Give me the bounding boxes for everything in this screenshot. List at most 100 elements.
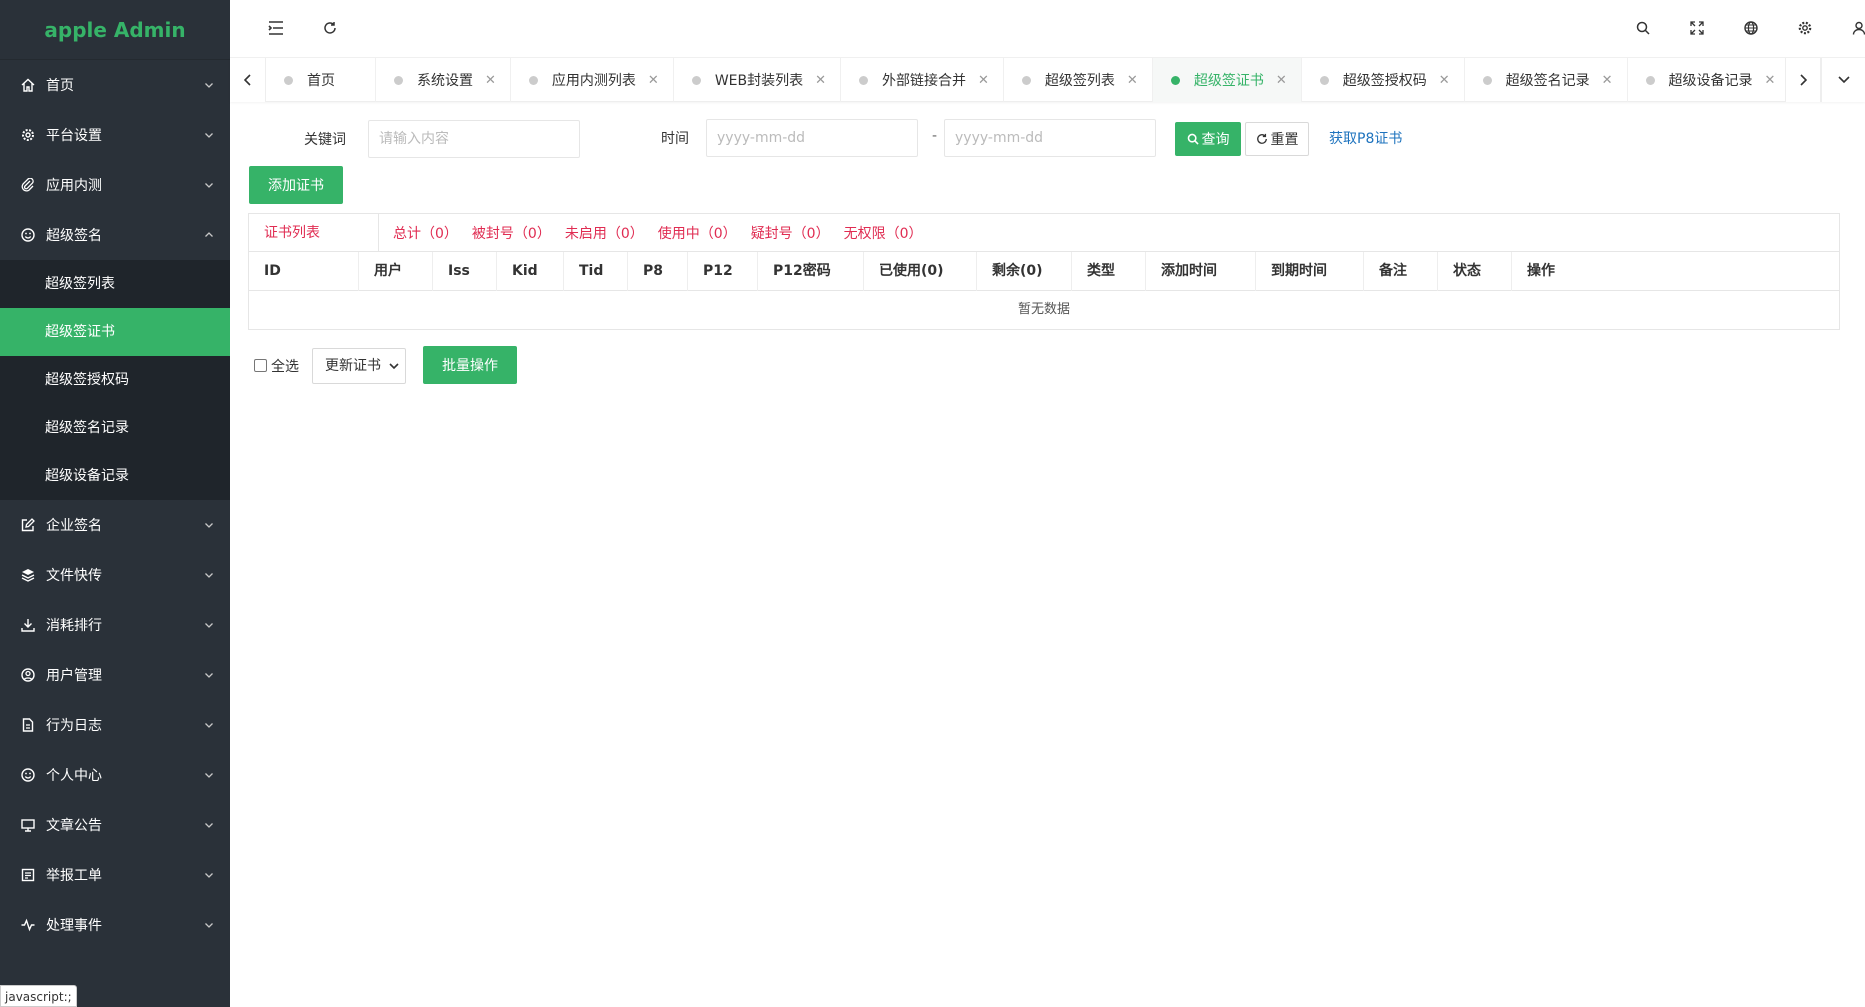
sidebar-item-label: 消耗排行 (46, 618, 102, 634)
tab-1[interactable]: 系统设置 ✕ (376, 58, 511, 102)
table-empty-message: 暂无数据 (1017, 302, 1070, 317)
close-icon[interactable]: ✕ (1439, 73, 1450, 88)
add-certificate-button[interactable]: 添加证书 (249, 166, 343, 204)
tab-8[interactable]: 超级签名记录 ✕ (1465, 58, 1628, 102)
paperclip-icon (20, 177, 36, 193)
tab-5[interactable]: 超级签列表 ✕ (1004, 58, 1153, 102)
close-icon[interactable]: ✕ (485, 73, 496, 88)
sidebar-item-11[interactable]: 举报工单 (0, 850, 230, 900)
close-icon[interactable]: ✕ (1127, 73, 1138, 88)
column-header-1: 用户 (359, 252, 433, 291)
close-icon[interactable]: ✕ (1765, 73, 1776, 88)
stat-filter-4[interactable]: 疑封号（0） (751, 223, 830, 243)
tab-dropdown-icon[interactable] (1821, 58, 1865, 102)
stat-filter-5[interactable]: 无权限（0） (844, 223, 923, 243)
sidebar-item-8[interactable]: 行为日志 (0, 700, 230, 750)
tab-label: 超级签授权码 (1342, 73, 1427, 89)
face-icon (20, 767, 36, 783)
home-icon (20, 77, 36, 93)
sidebar-item-4[interactable]: 企业签名 (0, 500, 230, 550)
keyword-label: 关键词 (304, 132, 346, 148)
tab-label: 外部链接合并 (882, 73, 967, 89)
fullscreen-icon[interactable] (1687, 18, 1707, 38)
column-header-2: Iss (433, 252, 497, 291)
stat-filter-3[interactable]: 使用中（0） (658, 223, 737, 243)
column-header-8: 已使用(0) (864, 252, 977, 291)
pulse-icon (20, 917, 36, 933)
chevron-down-icon (204, 568, 218, 582)
refresh-icon[interactable] (320, 18, 340, 38)
get-p8-cert-link[interactable]: 获取P8证书 (1329, 128, 1402, 148)
sidebar-item-5[interactable]: 文件快传 (0, 550, 230, 600)
tab-9[interactable]: 超级设备记录 ✕ (1628, 58, 1785, 102)
close-icon[interactable]: ✕ (1276, 73, 1287, 88)
sidebar-item-12[interactable]: 处理事件 (0, 900, 230, 950)
column-header-11: 添加时间 (1146, 252, 1256, 291)
keyword-input[interactable] (368, 120, 580, 158)
tab-0[interactable]: 首页 (266, 58, 376, 102)
sidebar-subitem-4[interactable]: 超级设备记录 (0, 452, 230, 500)
column-header-14: 状态 (1438, 252, 1512, 291)
stat-filter-1[interactable]: 被封号（0） (472, 223, 551, 243)
chevron-down-icon (204, 668, 218, 682)
globe-icon[interactable] (1741, 18, 1761, 38)
close-icon[interactable]: ✕ (815, 73, 826, 88)
chevron-down-icon (204, 718, 218, 732)
tab-3[interactable]: WEB封装列表 ✕ (674, 58, 842, 102)
tab-strip: 首页 系统设置 ✕ 应用内测列表 ✕ WEB封装列表 ✕ 外部链接合并 ✕ 超级签列表 ✕ 超级签证书… (266, 58, 1785, 102)
select-all-checkbox[interactable] (254, 359, 267, 372)
column-header-5: P8 (628, 252, 688, 291)
tab-next-icon[interactable] (1785, 58, 1821, 102)
sidebar-item-7[interactable]: 用户管理 (0, 650, 230, 700)
close-icon[interactable]: ✕ (1602, 73, 1613, 88)
settings-gear-icon[interactable] (1795, 18, 1815, 38)
batch-operation-button[interactable]: 批量操作 (423, 346, 517, 384)
tab-dot-icon (1482, 75, 1492, 85)
stat-filter-2[interactable]: 未启用（0） (565, 223, 644, 243)
sidebar-item-6[interactable]: 消耗排行 (0, 600, 230, 650)
bulk-action-select[interactable]: 更新证书 (312, 348, 406, 384)
tab-4[interactable]: 外部链接合并 ✕ (841, 58, 1004, 102)
table-header-bar: 证书列表 总计（0） 被封号（0） 未启用（0） 使用中（0） 疑封号（0） 无权限（0） (249, 213, 1839, 252)
sidebar-subitem-2[interactable]: 超级签授权码 (0, 356, 230, 404)
sidebar-item-label: 个人中心 (46, 768, 102, 784)
search-icon[interactable] (1633, 18, 1653, 38)
chevron-down-icon (204, 78, 218, 92)
tab-label: 超级签列表 (1044, 73, 1115, 89)
sidebar-subitem-1[interactable]: 超级签证书 (0, 308, 230, 356)
sidebar-item-label: 文章公告 (46, 818, 102, 834)
sidebar-subitem-3[interactable]: 超级签名记录 (0, 404, 230, 452)
tab-label: 超级签名记录 (1505, 73, 1590, 89)
start-date-input[interactable] (706, 119, 918, 157)
sidebar-item-10[interactable]: 文章公告 (0, 800, 230, 850)
table-title: 证书列表 (249, 213, 379, 252)
reset-button[interactable]: 重置 (1245, 122, 1309, 156)
sidebar-item-3[interactable]: 超级签名 (0, 210, 230, 260)
sidebar-subitem-0[interactable]: 超级签列表 (0, 260, 230, 308)
sidebar-item-2[interactable]: 应用内测 (0, 160, 230, 210)
tab-dot-icon (528, 75, 538, 85)
sidebar-item-1[interactable]: 平台设置 (0, 110, 230, 160)
tab-7[interactable]: 超级签授权码 ✕ (1302, 58, 1465, 102)
sidebar-item-9[interactable]: 个人中心 (0, 750, 230, 800)
monitor-icon (20, 817, 36, 833)
tab-6[interactable]: 超级签证书 ✕ (1152, 58, 1302, 102)
tab-label: 应用内测列表 (551, 73, 636, 89)
sidebar-item-0[interactable]: 首页 (0, 60, 230, 110)
table-columns-row: ID 用户 Iss Kid Tid P8 P12 P12密码 已使用(0) 剩余(0) 类型 添加时间… (249, 252, 1839, 291)
tab-prev-icon[interactable] (230, 58, 266, 102)
close-icon[interactable]: ✕ (978, 73, 989, 88)
end-date-input[interactable] (944, 119, 1156, 157)
file-icon (20, 717, 36, 733)
menu-toggle-icon[interactable] (266, 18, 286, 38)
stat-filter-0[interactable]: 总计（0） (393, 223, 458, 243)
query-button[interactable]: 查询 (1175, 122, 1241, 156)
tab-label: 超级设备记录 (1668, 73, 1753, 89)
user-icon[interactable] (1849, 18, 1865, 38)
column-header-9: 剩余(0) (977, 252, 1072, 291)
tab-2[interactable]: 应用内测列表 ✕ (511, 58, 674, 102)
chevron-down-icon (204, 768, 218, 782)
close-icon[interactable]: ✕ (648, 73, 659, 88)
sidebar-item-label: 行为日志 (46, 718, 102, 734)
reset-icon (1256, 133, 1267, 144)
